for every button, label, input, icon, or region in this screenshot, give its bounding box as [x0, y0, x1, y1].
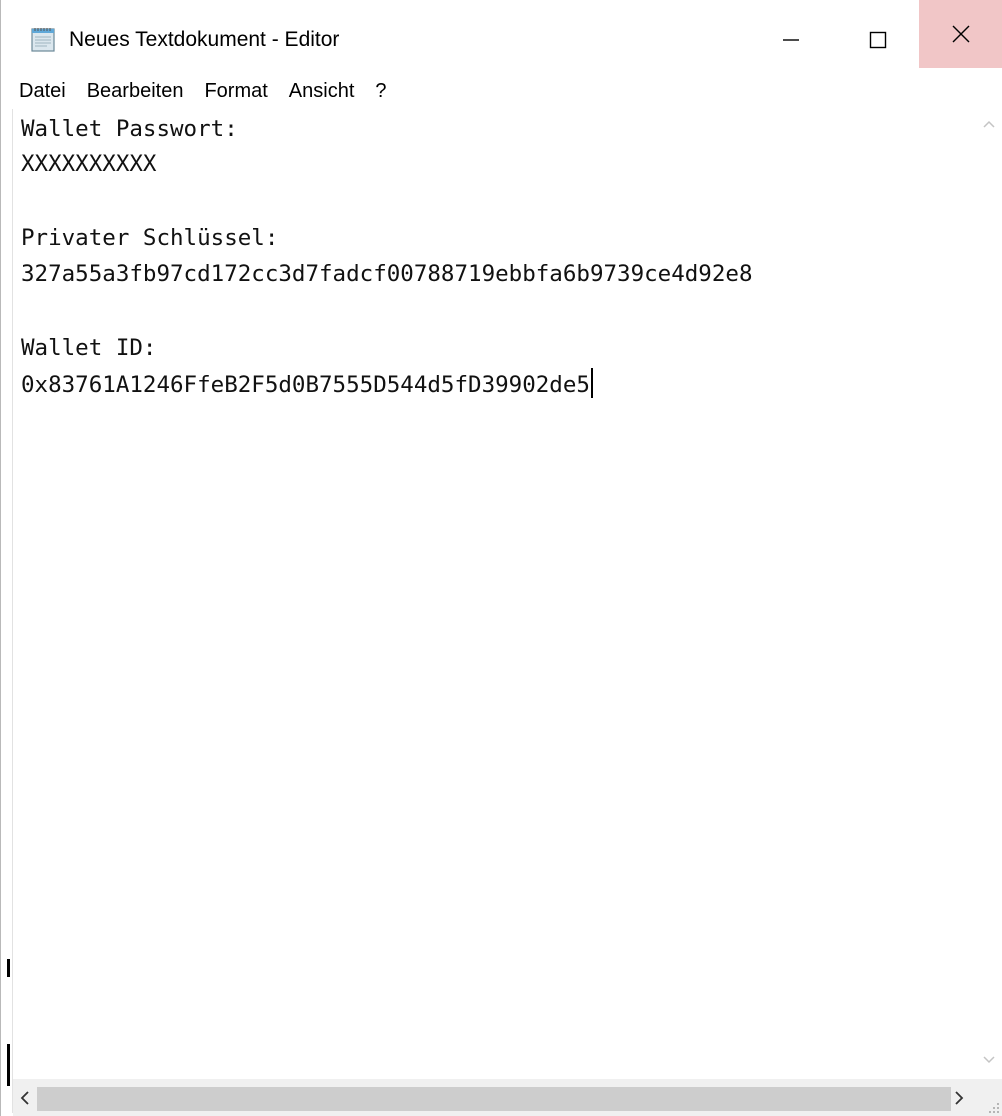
horizontal-scroll-thumb[interactable]: [37, 1087, 951, 1111]
menu-format[interactable]: Format: [204, 76, 267, 106]
resize-grip-icon[interactable]: [987, 1101, 1001, 1115]
edge-mark: [7, 1044, 10, 1086]
maximize-button[interactable]: [836, 0, 919, 80]
chevron-up-icon[interactable]: [981, 117, 997, 131]
menu-bar: Datei Bearbeiten Format Ansicht ?: [1, 75, 1002, 107]
text-line: 0x83761A1246FfeB2F5d0B7555D544d5fD39902d…: [21, 372, 590, 398]
text-caret: [590, 368, 593, 398]
text-area[interactable]: Wallet Passwort: XXXXXXXXXX Privater Sch…: [13, 109, 975, 1079]
text-line-with-caret: 0x83761A1246FfeB2F5d0B7555D544d5fD39902d…: [21, 368, 593, 402]
maximize-icon: [869, 31, 886, 49]
text-line: Wallet Passwort:: [21, 116, 238, 142]
close-button[interactable]: [919, 0, 1002, 68]
minimize-icon: [782, 39, 799, 41]
chevron-down-icon[interactable]: [981, 1053, 997, 1067]
title-bar[interactable]: Neues Textdokument - Editor: [1, 0, 1002, 80]
close-icon: [952, 25, 970, 43]
menu-help[interactable]: ?: [375, 76, 386, 106]
text-line: Privater Schlüssel:: [21, 225, 279, 251]
editor-window: Neues Textdokument - Editor Datei Bearbe…: [0, 0, 1002, 1116]
vertical-scrollbar[interactable]: [975, 109, 1002, 1079]
notepad-icon: [31, 28, 55, 52]
edge-mark: [7, 959, 10, 977]
chevron-left-icon[interactable]: [17, 1089, 33, 1107]
menu-bearbeiten[interactable]: Bearbeiten: [87, 76, 184, 106]
chevron-right-icon[interactable]: [951, 1089, 967, 1107]
horizontal-scrollbar[interactable]: [13, 1079, 1002, 1116]
text-area-border: [1, 109, 13, 1113]
minimize-button[interactable]: [749, 0, 832, 80]
text-line: 327a55a3fb97cd172cc3d7fadcf00788719ebbfa…: [21, 261, 753, 287]
text-line: Wallet ID:: [21, 335, 157, 361]
menu-datei[interactable]: Datei: [19, 76, 66, 106]
text-line: XXXXXXXXXX: [21, 151, 157, 177]
window-title: Neues Textdokument - Editor: [69, 28, 340, 51]
menu-ansicht[interactable]: Ansicht: [289, 76, 355, 106]
